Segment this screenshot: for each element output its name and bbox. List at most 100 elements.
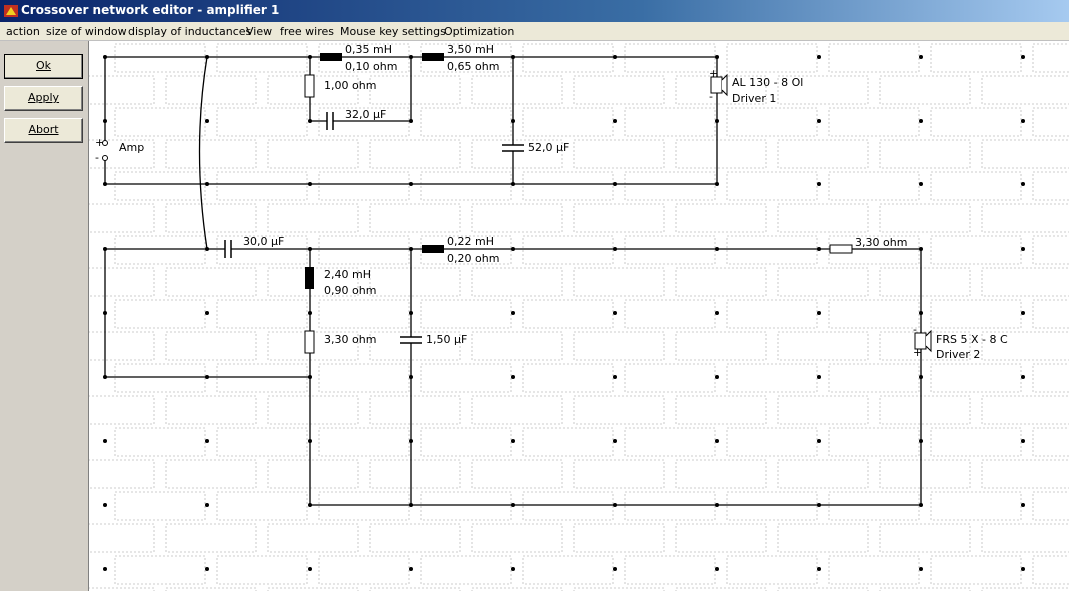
amp-terminals[interactable]: + - Amp: [95, 136, 144, 164]
amp-minus-terminal[interactable]: [102, 155, 108, 161]
placement-slot[interactable]: [471, 395, 563, 425]
grid-node[interactable]: [817, 182, 821, 186]
grid-node[interactable]: [1021, 182, 1025, 186]
placement-slot[interactable]: [726, 107, 818, 137]
grid-node[interactable]: [613, 311, 617, 315]
grid-node[interactable]: [205, 567, 209, 571]
placement-slot[interactable]: [981, 267, 1069, 297]
capacitor-c1[interactable]: 32,0 µF: [326, 108, 386, 130]
placement-slot[interactable]: [369, 395, 461, 425]
menu-free-wires[interactable]: free wires: [280, 25, 334, 38]
placement-slot[interactable]: [522, 235, 614, 265]
placement-slot[interactable]: [573, 459, 665, 489]
placement-slot[interactable]: [267, 203, 359, 233]
placement-slot[interactable]: [114, 299, 206, 329]
placement-slot[interactable]: [1032, 43, 1069, 73]
placement-slot[interactable]: [930, 43, 1022, 73]
grid-node[interactable]: [103, 503, 107, 507]
placement-slot[interactable]: [267, 523, 359, 553]
menu-action[interactable]: action: [6, 25, 40, 38]
placement-slot[interactable]: [675, 331, 767, 361]
placement-slot[interactable]: [624, 43, 716, 73]
grid-node[interactable]: [817, 439, 821, 443]
placement-slot[interactable]: [624, 427, 716, 457]
grid-node[interactable]: [205, 439, 209, 443]
placement-slot[interactable]: [165, 203, 257, 233]
placement-slot[interactable]: [165, 75, 257, 105]
placement-slot[interactable]: [165, 395, 257, 425]
placement-slot[interactable]: [420, 555, 512, 585]
placement-slot[interactable]: [471, 459, 563, 489]
placement-slot[interactable]: [267, 459, 359, 489]
placement-slot[interactable]: [981, 75, 1069, 105]
placement-slot[interactable]: [879, 139, 971, 169]
placement-slot[interactable]: [777, 203, 869, 233]
placement-slot[interactable]: [114, 107, 206, 137]
placement-slot[interactable]: [318, 427, 410, 457]
grid-node[interactable]: [817, 55, 821, 59]
placement-slot[interactable]: [216, 363, 308, 393]
placement-slot[interactable]: [930, 491, 1022, 521]
driver-2[interactable]: - + FRS 5 X - 8 C Driver 2: [913, 323, 1008, 361]
grid-node[interactable]: [613, 439, 617, 443]
placement-slot[interactable]: [165, 331, 257, 361]
placement-slot[interactable]: [165, 267, 257, 297]
driver-1[interactable]: + - AL 130 - 8 Ol Driver 1: [709, 67, 803, 105]
placement-slot[interactable]: [89, 523, 155, 553]
placement-slot[interactable]: [420, 299, 512, 329]
grid-node[interactable]: [919, 55, 923, 59]
grid-node[interactable]: [817, 375, 821, 379]
placement-slot[interactable]: [930, 235, 1022, 265]
schematic-canvas[interactable]: + - Amp 0,35 mH 0,10 ohm 3,50 mH 0,65 oh…: [89, 41, 1069, 591]
placement-slot[interactable]: [369, 139, 461, 169]
placement-slot[interactable]: [216, 171, 308, 201]
placement-slot[interactable]: [777, 395, 869, 425]
inductor-l3[interactable]: 0,22 mH 0,20 ohm: [422, 235, 499, 265]
placement-slot[interactable]: [726, 491, 818, 521]
menu-size-of-window[interactable]: size of window: [46, 25, 127, 38]
placement-slot[interactable]: [573, 523, 665, 553]
placement-slot[interactable]: [471, 75, 563, 105]
placement-slot[interactable]: [165, 523, 257, 553]
placement-slot[interactable]: [675, 203, 767, 233]
placement-slot[interactable]: [726, 299, 818, 329]
placement-slot[interactable]: [624, 491, 716, 521]
placement-slot[interactable]: [930, 427, 1022, 457]
placement-slot[interactable]: [369, 267, 461, 297]
placement-slot[interactable]: [318, 235, 410, 265]
placement-slot[interactable]: [828, 107, 920, 137]
ok-button[interactable]: Ok: [4, 54, 83, 79]
grid-node[interactable]: [308, 567, 312, 571]
placement-slot[interactable]: [930, 299, 1022, 329]
placement-slot[interactable]: [981, 459, 1069, 489]
placement-slot[interactable]: [522, 171, 614, 201]
placement-slot[interactable]: [675, 267, 767, 297]
placement-slot[interactable]: [777, 523, 869, 553]
placement-slot[interactable]: [89, 459, 155, 489]
capacitor-c3[interactable]: 30,0 µF: [224, 235, 284, 258]
inductor-l2[interactable]: 3,50 mH 0,65 ohm: [422, 43, 499, 73]
placement-slot[interactable]: [114, 171, 206, 201]
placement-slot[interactable]: [828, 491, 920, 521]
placement-slot[interactable]: [573, 75, 665, 105]
placement-slot[interactable]: [114, 555, 206, 585]
placement-slot[interactable]: [216, 43, 308, 73]
placement-slot[interactable]: [726, 363, 818, 393]
placement-slot[interactable]: [1032, 491, 1069, 521]
placement-slot[interactable]: [216, 427, 308, 457]
placement-slot[interactable]: [828, 43, 920, 73]
placement-slot[interactable]: [828, 299, 920, 329]
placement-slot[interactable]: [216, 491, 308, 521]
grid-node[interactable]: [1021, 567, 1025, 571]
placement-slot[interactable]: [624, 363, 716, 393]
placement-slot[interactable]: [930, 171, 1022, 201]
placement-slot[interactable]: [420, 363, 512, 393]
placement-slot[interactable]: [981, 523, 1069, 553]
placement-slot[interactable]: [89, 203, 155, 233]
placement-slot[interactable]: [726, 43, 818, 73]
placement-slot[interactable]: [981, 203, 1069, 233]
grid-node[interactable]: [817, 119, 821, 123]
resistor-r2[interactable]: 3,30 ohm: [829, 236, 907, 254]
placement-slot[interactable]: [675, 459, 767, 489]
inductor-l1[interactable]: 0,35 mH 0,10 ohm: [320, 43, 397, 73]
